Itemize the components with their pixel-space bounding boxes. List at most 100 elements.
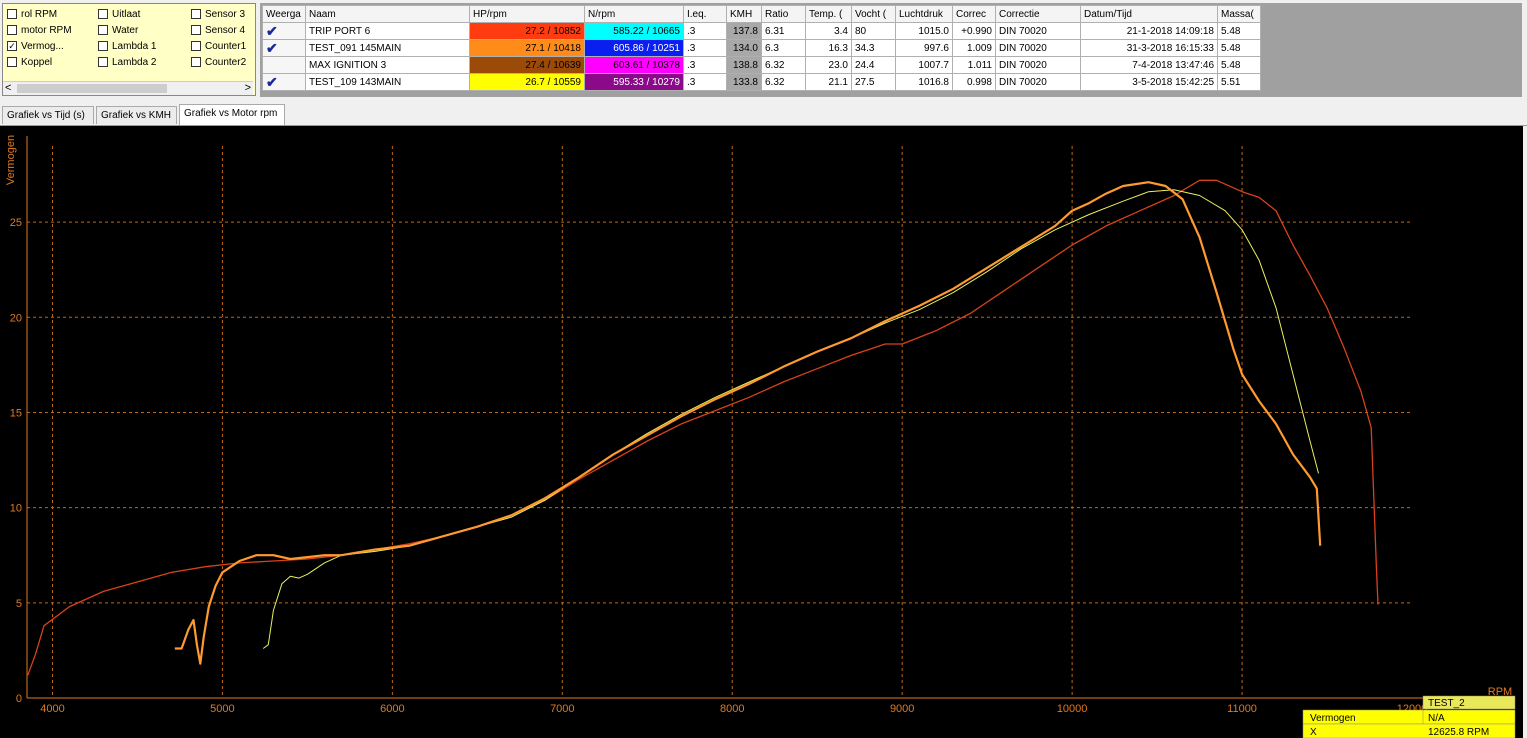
channel-checkbox-3[interactable]: ✓ Vermog... [7,39,64,53]
horizontal-scrollbar[interactable]: < > [3,81,253,95]
ieq-cell: .3 [683,39,727,57]
channel-checkbox-6[interactable]: Water [98,23,138,37]
checkbox-box[interactable] [7,57,17,67]
channel-checkbox-5[interactable]: Uitlaat [98,7,140,21]
hp-cell: 26.7 / 10559 [469,73,585,91]
channel-checkbox-11[interactable]: Counter1 [191,39,246,53]
massa-cell: 5.48 [1217,39,1261,57]
column-header[interactable]: KMH [726,5,762,23]
series-line-1[interactable] [27,179,1379,676]
vocht-cell: 27.5 [851,73,896,91]
channel-checkbox-2[interactable]: motor RPM [7,23,72,37]
column-header[interactable]: Datum/Tijd [1080,5,1218,23]
correctie-cell: DIN 70020 [995,73,1081,91]
torque-cell: 585.22 / 10665 [584,22,684,40]
correc-cell: 1.011 [952,56,996,74]
column-header[interactable]: Massa( [1217,5,1261,23]
checkbox-label: Lambda 2 [112,56,157,68]
luchtdruk-cell: 1007.7 [895,56,953,74]
datum-cell: 3-5-2018 15:42:25 [1080,73,1218,91]
checkbox-box[interactable]: ✓ [7,41,17,51]
table-row[interactable]: ✔ TEST_091 145MAIN 27.1 / 10418 605.86 / 10… [262,39,1261,57]
run-name: TEST_109 143MAIN [305,73,470,91]
temp-cell: 23.0 [805,56,852,74]
kmh-cell: 133.8 [726,73,762,91]
column-header[interactable]: Ratio [761,5,806,23]
scroll-thumb[interactable] [17,84,167,93]
channel-checkbox-4[interactable]: Koppel [7,55,52,69]
weergave-checkmark[interactable] [262,56,306,74]
temp-cell: 16.3 [805,39,852,57]
scroll-left-icon[interactable]: < [5,82,11,94]
x-tick-label: 6000 [380,703,404,715]
torque-cell: 595.33 / 10279 [584,73,684,91]
channel-checkbox-1[interactable]: rol RPM [7,7,57,21]
column-header[interactable]: Vocht ( [851,5,896,23]
luchtdruk-cell: 1015.0 [895,22,953,40]
graph-tabs: Grafiek vs Tijd (s) Grafiek vs KMH Grafiek… [0,104,1527,126]
checkbox-box[interactable] [98,25,108,35]
y-tick-label: 25 [10,217,22,229]
luchtdruk-cell: 997.6 [895,39,953,57]
ieq-cell: .3 [683,22,727,40]
ratio-cell: 6.32 [761,56,806,74]
correctie-cell: DIN 70020 [995,56,1081,74]
channel-checkbox-10[interactable]: Sensor 4 [191,23,245,37]
run-name: TEST_091 145MAIN [305,39,470,57]
vocht-cell: 34.3 [851,39,896,57]
channel-checkbox-12[interactable]: Counter2 [191,55,246,69]
weergave-checkmark[interactable]: ✔ [262,73,306,91]
y-axis-label: Vermogen [5,135,17,185]
vocht-cell: 24.4 [851,56,896,74]
weergave-checkmark[interactable]: ✔ [262,22,306,40]
tab-3[interactable]: Grafiek vs Motor rpm [179,104,285,125]
column-header[interactable]: Weerga [262,5,306,23]
checkbox-box[interactable] [191,9,201,19]
column-header[interactable]: Temp. ( [805,5,852,23]
checkbox-box[interactable] [98,41,108,51]
correc-cell: 0.998 [952,73,996,91]
kmh-cell: 138.8 [726,56,762,74]
info-row2-label: X [1310,727,1317,738]
checkbox-box[interactable] [7,9,17,19]
checkbox-label: Lambda 1 [112,40,157,52]
series-line-3[interactable] [174,181,1322,665]
x-tick-label: 7000 [550,703,574,715]
channel-checkbox-9[interactable]: Sensor 3 [191,7,245,21]
checkbox-box[interactable] [98,9,108,19]
weergave-checkmark[interactable]: ✔ [262,39,306,57]
checkbox-box[interactable] [191,25,201,35]
x-tick-label: 11000 [1227,703,1257,715]
column-header[interactable]: Correc [952,5,996,23]
tab-1[interactable]: Grafiek vs Tijd (s) [2,106,94,124]
table-row[interactable]: ✔ TEST_109 143MAIN 26.7 / 10559 595.33 / 10… [262,73,1261,91]
column-header[interactable]: N/rpm [584,5,684,23]
column-header[interactable]: I.eq. [683,5,727,23]
column-header[interactable]: Luchtdruk [895,5,953,23]
series-line-2[interactable] [262,189,1319,649]
dyno-chart[interactable]: 4000 5000 6000 7000 8000 9000 10000 11000 12000 0… [0,126,1523,738]
x-tick-label: 5000 [210,703,234,715]
luchtdruk-cell: 1016.8 [895,73,953,91]
scroll-right-icon[interactable]: > [245,82,251,94]
datum-cell: 7-4-2018 13:47:46 [1080,56,1218,74]
checkbox-box[interactable] [98,57,108,67]
column-header[interactable]: Correctie [995,5,1081,23]
kmh-cell: 134.0 [726,39,762,57]
temp-cell: 21.1 [805,73,852,91]
table-row[interactable]: ✔ TRIP PORT 6 27.2 / 10852 585.22 / 10665.3… [262,22,1261,40]
checkbox-box[interactable] [7,25,17,35]
hp-cell: 27.4 / 10639 [469,56,585,74]
column-header[interactable]: HP/rpm [469,5,585,23]
column-header[interactable]: Naam [305,5,470,23]
datum-cell: 21-1-2018 14:09:18 [1080,22,1218,40]
checkbox-label: Counter1 [205,40,247,52]
channel-checkbox-7[interactable]: Lambda 1 [98,39,156,53]
channel-checkbox-8[interactable]: Lambda 2 [98,55,156,69]
run-name: MAX IGNITION 3 [305,56,470,74]
x-tick-label: 10000 [1057,703,1088,715]
checkbox-box[interactable] [191,57,201,67]
tab-2[interactable]: Grafiek vs KMH [96,106,177,124]
table-row[interactable]: MAX IGNITION 3 27.4 / 10639 603.61 / 10378… [262,56,1261,74]
checkbox-box[interactable] [191,41,201,51]
